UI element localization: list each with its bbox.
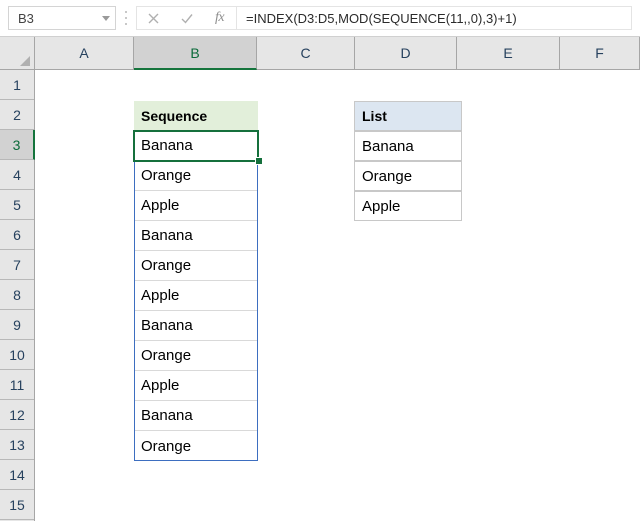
- row-header-7[interactable]: 7: [0, 250, 34, 280]
- row-header-6[interactable]: 6: [0, 220, 34, 250]
- row-header-9[interactable]: 9: [0, 310, 34, 340]
- sequence-cell[interactable]: Apple: [134, 371, 258, 401]
- row-header-3[interactable]: 3: [0, 130, 35, 160]
- list-cell[interactable]: Orange: [354, 161, 462, 191]
- row-header-4[interactable]: 4: [0, 160, 34, 190]
- row-header-11[interactable]: 11: [0, 370, 34, 400]
- column-header-band: A B C D E F: [35, 37, 640, 70]
- spreadsheet-grid: A B C D E F 1 2 3 4 5 6 7 8 9 10 11 12 1…: [0, 37, 640, 521]
- column-header-e[interactable]: E: [457, 37, 560, 69]
- chevron-down-icon[interactable]: [97, 16, 115, 21]
- select-all-corner[interactable]: [0, 37, 35, 70]
- column-header-b[interactable]: B: [134, 37, 257, 70]
- sequence-header-cell[interactable]: Sequence: [134, 101, 258, 131]
- sequence-cell[interactable]: Banana: [134, 221, 258, 251]
- dot: [125, 17, 127, 19]
- row-header-14[interactable]: 14: [0, 460, 34, 490]
- row-header-1[interactable]: 1: [0, 70, 34, 100]
- sequence-cell[interactable]: Banana: [134, 401, 258, 431]
- sequence-cell[interactable]: Orange: [134, 251, 258, 281]
- list-cell[interactable]: Banana: [354, 131, 462, 161]
- sequence-cell[interactable]: Banana: [134, 311, 258, 341]
- sequence-cell[interactable]: Apple: [134, 191, 258, 221]
- row-header-5[interactable]: 5: [0, 190, 34, 220]
- row-header-8[interactable]: 8: [0, 280, 34, 310]
- row-header-2[interactable]: 2: [0, 100, 34, 130]
- toolbar-separator-dots: [124, 11, 128, 25]
- formula-bar-icons: fx: [136, 6, 236, 30]
- sequence-cell[interactable]: Banana: [134, 131, 258, 161]
- cells-layer: Sequence Banana Orange Apple Banana Oran…: [36, 71, 640, 521]
- check-icon[interactable]: [170, 7, 203, 29]
- sequence-cell[interactable]: Orange: [134, 431, 258, 461]
- close-icon[interactable]: [137, 7, 170, 29]
- column-header-a[interactable]: A: [35, 37, 134, 69]
- dot: [125, 11, 127, 13]
- row-header-15[interactable]: 15: [0, 490, 34, 520]
- dot: [125, 23, 127, 25]
- row-header-band: 1 2 3 4 5 6 7 8 9 10 11 12 13 14 15: [0, 70, 35, 521]
- fx-label: fx: [214, 10, 225, 25]
- column-header-d[interactable]: D: [355, 37, 457, 69]
- name-box-value: B3: [18, 10, 34, 26]
- row-header-13[interactable]: 13: [0, 430, 34, 460]
- fx-icon[interactable]: fx: [203, 7, 236, 29]
- sequence-cell[interactable]: Orange: [134, 341, 258, 371]
- name-box[interactable]: B3: [8, 6, 116, 30]
- list-header-cell[interactable]: List: [354, 101, 462, 131]
- row-header-12[interactable]: 12: [0, 400, 34, 430]
- formula-input[interactable]: =INDEX(D3:D5,MOD(SEQUENCE(11,,0),3)+1): [236, 6, 632, 30]
- row-header-10[interactable]: 10: [0, 340, 34, 370]
- sequence-cell[interactable]: Orange: [134, 161, 258, 191]
- formula-text: =INDEX(D3:D5,MOD(SEQUENCE(11,,0),3)+1): [246, 10, 517, 26]
- formula-bar: B3 fx =INDEX(D3:D5,MOD(SEQUENCE(11,,0),3…: [0, 0, 640, 37]
- column-header-f[interactable]: F: [560, 37, 640, 69]
- column-header-c[interactable]: C: [257, 37, 355, 69]
- sequence-cell[interactable]: Apple: [134, 281, 258, 311]
- list-cell[interactable]: Apple: [354, 191, 462, 221]
